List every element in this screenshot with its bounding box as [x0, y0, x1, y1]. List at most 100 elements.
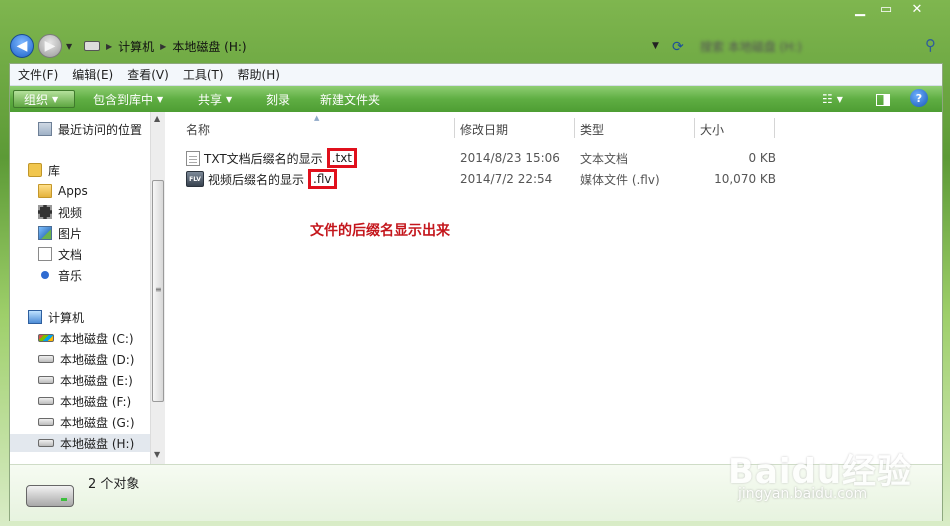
organize-button[interactable]: 组织 ▼ — [13, 90, 75, 108]
drive-large-icon — [26, 485, 74, 507]
column-header-name[interactable]: 名称 — [186, 120, 210, 138]
navigation-pane: 最近访问的位置 库 Apps 视频 图片 文档 音乐 计算机 本地磁盘 (C:)… — [10, 112, 150, 464]
organize-label: 组织 — [24, 92, 49, 107]
scrollbar-thumb[interactable]: ≡ — [152, 180, 164, 402]
help-icon[interactable]: ? — [910, 89, 928, 107]
menu-help[interactable]: 帮助(H) — [238, 66, 280, 83]
sidebar-item-drive-d[interactable]: 本地磁盘 (D:) — [38, 350, 134, 368]
burn-button[interactable]: 刻录 — [266, 90, 290, 108]
file-row[interactable]: TXT文档后缀名的显示 .txt 2014/8/23 15:06 文本文档 0 K… — [186, 148, 776, 168]
scroll-up-icon[interactable]: ▲ — [154, 114, 160, 123]
grip-icon: ≡ — [155, 285, 162, 294]
column-header-date[interactable]: 修改日期 — [460, 120, 508, 138]
sidebar-item-drive-h[interactable]: 本地磁盘 (H:) — [10, 434, 150, 452]
search-placeholder[interactable]: 搜索 本地磁盘 (H:) — [700, 38, 802, 55]
sidebar-item-label: 本地磁盘 (F:) — [60, 394, 132, 409]
include-in-library-button[interactable]: 包含到库中 ▼ — [93, 90, 163, 108]
back-button[interactable]: ◀ — [10, 34, 34, 58]
file-name: 视频后缀名的显示 — [208, 172, 305, 187]
address-dropdown-icon[interactable]: ▼ — [652, 41, 659, 51]
sidebar-item-label: 本地磁盘 (H:) — [60, 436, 135, 451]
video-library-icon — [38, 205, 52, 219]
column-divider[interactable] — [774, 118, 775, 138]
menu-tools[interactable]: 工具(T) — [183, 66, 224, 83]
sidebar-item-libraries[interactable]: 库 — [28, 161, 60, 179]
hard-drive-icon — [38, 397, 54, 405]
menu-file[interactable]: 文件(F) — [18, 66, 58, 83]
libraries-icon — [28, 163, 42, 177]
refresh-icon[interactable]: ⟳ — [672, 39, 684, 55]
command-bar: 组织 ▼ 包含到库中 ▼ 共享 ▼ 刻录 新建文件夹 ☷ ▼ ? — [10, 86, 942, 112]
computer-icon — [28, 310, 42, 324]
sidebar-item-drive-e[interactable]: 本地磁盘 (E:) — [38, 371, 133, 389]
file-extension-highlight: .flv — [308, 169, 337, 189]
recent-places-icon — [38, 122, 52, 136]
share-button[interactable]: 共享 ▼ — [198, 90, 232, 108]
arrow-left-icon: ◀ — [16, 38, 28, 54]
navigation-scrollbar[interactable]: ▲ ≡ ▼ — [150, 112, 165, 464]
search-box[interactable]: 搜索 本地磁盘 (H:) ⚲ — [694, 35, 938, 57]
text-document-icon — [186, 150, 200, 166]
item-count: 2 个对象 — [88, 477, 140, 492]
column-divider[interactable] — [694, 118, 695, 138]
file-type: 媒体文件 (.flv) — [580, 172, 660, 187]
chevron-down-icon: ▼ — [836, 94, 843, 104]
maximize-button[interactable]: ▭ — [874, 2, 898, 18]
sidebar-item-label: 本地磁盘 (E:) — [60, 373, 133, 388]
file-extension-highlight: .txt — [326, 148, 357, 168]
menu-edit[interactable]: 编辑(E) — [72, 66, 113, 83]
sidebar-item-recent[interactable]: 最近访问的位置 — [38, 120, 142, 138]
new-folder-button[interactable]: 新建文件夹 — [320, 90, 380, 108]
include-label: 包含到库中 — [93, 92, 154, 107]
sidebar-item-apps[interactable]: Apps — [38, 182, 88, 200]
change-view-button[interactable]: ☷ ▼ — [822, 90, 843, 108]
sidebar-item-documents[interactable]: 文档 — [38, 245, 82, 263]
view-list-icon: ☷ — [822, 92, 833, 106]
close-button[interactable]: ✕ — [905, 2, 929, 18]
picture-library-icon — [38, 226, 52, 240]
sidebar-item-music[interactable]: 音乐 — [38, 266, 82, 284]
breadcrumb-drive-h[interactable]: 本地磁盘 (H:) — [172, 38, 246, 55]
music-note-icon — [41, 271, 49, 279]
annotation-text: 文件的后缀名显示出来 — [310, 223, 450, 239]
column-header-size[interactable]: 大小 — [700, 120, 724, 138]
sidebar-item-computer[interactable]: 计算机 — [28, 308, 84, 326]
sidebar-item-label: 本地磁盘 (G:) — [60, 415, 135, 430]
sidebar-item-drive-g[interactable]: 本地磁盘 (G:) — [38, 413, 135, 431]
sidebar-item-drive-f[interactable]: 本地磁盘 (F:) — [38, 392, 131, 410]
breadcrumb-computer[interactable]: 计算机 — [118, 38, 154, 55]
share-label: 共享 — [198, 92, 223, 107]
sidebar-item-pictures[interactable]: 图片 — [38, 224, 82, 242]
search-icon[interactable]: ⚲ — [925, 36, 936, 54]
sidebar-item-label: 本地磁盘 (C:) — [60, 331, 134, 346]
forward-button[interactable]: ▶ — [38, 34, 62, 58]
chevron-down-icon: ▼ — [52, 94, 59, 104]
sidebar-item-drive-c[interactable]: 本地磁盘 (C:) — [38, 329, 134, 347]
file-list: ▲ 名称 修改日期 类型 大小 TXT文档后缀名的显示 .txt 2014/8/2… — [166, 112, 942, 464]
file-date: 2014/7/2 22:54 — [460, 172, 553, 186]
column-header-type[interactable]: 类型 — [580, 120, 604, 138]
address-bar[interactable]: ▶ 计算机 ▶ 本地磁盘 (H:) — [80, 35, 666, 57]
sidebar-item-label: Apps — [58, 184, 88, 198]
file-row[interactable]: FLV 视频后缀名的显示 .flv 2014/7/2 22:54 媒体文件 (.f… — [186, 169, 776, 189]
file-size: 0 KB — [748, 151, 776, 165]
column-divider[interactable] — [454, 118, 455, 138]
history-dropdown-icon[interactable]: ▼ — [66, 42, 72, 51]
folder-icon — [38, 184, 52, 198]
breadcrumb-chevron-icon[interactable]: ▶ — [160, 42, 166, 51]
breadcrumb-chevron-icon[interactable]: ▶ — [106, 42, 112, 51]
menu-view[interactable]: 查看(V) — [127, 66, 169, 83]
chevron-down-icon: ▼ — [226, 94, 233, 104]
file-name-cell: TXT文档后缀名的显示 .txt — [186, 148, 357, 168]
scroll-down-icon[interactable]: ▼ — [154, 450, 160, 459]
system-drive-icon — [38, 334, 54, 342]
minimize-button[interactable]: ▁ — [848, 2, 872, 18]
arrow-right-icon: ▶ — [44, 38, 56, 54]
title-bar: ▁ ▭ ✕ — [0, 0, 950, 30]
preview-pane-icon[interactable] — [876, 94, 890, 106]
flv-video-icon: FLV — [186, 171, 204, 187]
navigation-row: ◀ ▶ ▼ ▶ 计算机 ▶ 本地磁盘 (H:) ▼ ⟳ 搜索 本地磁盘 (H:)… — [0, 30, 950, 62]
drive-icon — [84, 41, 100, 51]
column-divider[interactable] — [574, 118, 575, 138]
sidebar-item-videos[interactable]: 视频 — [38, 203, 82, 221]
